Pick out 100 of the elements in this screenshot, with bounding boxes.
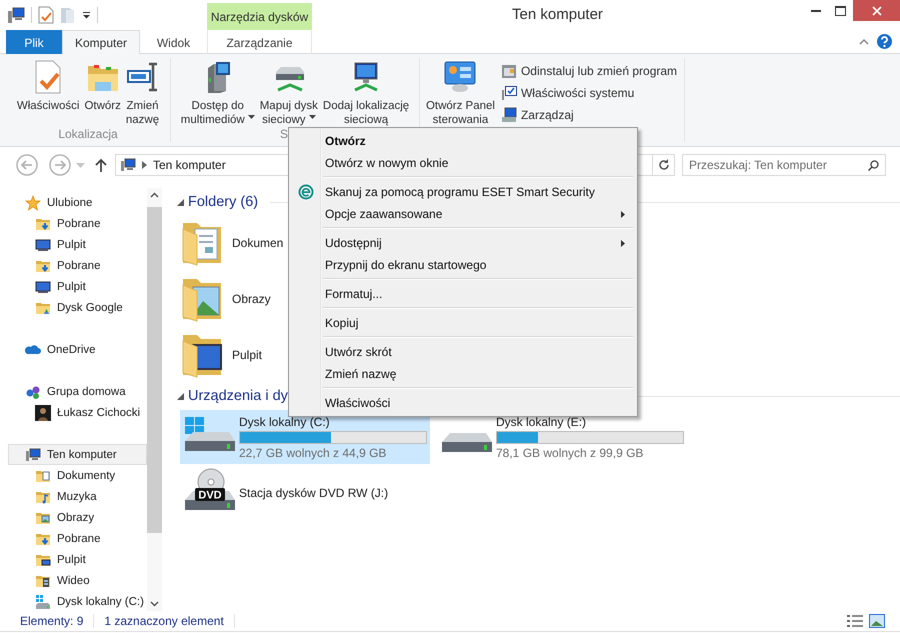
help-icon bbox=[877, 34, 892, 49]
menu-item[interactable]: Zmień nazwę bbox=[291, 363, 635, 385]
nav-item[interactable]: Pulpit bbox=[8, 234, 147, 255]
forward-icon bbox=[49, 154, 71, 176]
collapse-ribbon-icon bbox=[859, 38, 869, 45]
item-count: Elementy: 9 bbox=[20, 614, 84, 628]
scrollbar-thumb[interactable] bbox=[147, 207, 162, 533]
details-view-button[interactable] bbox=[844, 614, 866, 628]
folder-tile[interactable]: Pulpit bbox=[170, 327, 264, 383]
section-header[interactable]: Foldery (6) bbox=[188, 194, 258, 210]
refresh-icon bbox=[658, 159, 670, 171]
user-avatar-icon bbox=[35, 404, 51, 420]
ribbon-button[interactable]: Zmień nazwę bbox=[124, 58, 162, 127]
menu-item[interactable]: Opcje zaawansowane bbox=[291, 203, 635, 225]
up-arrow-icon bbox=[95, 158, 107, 172]
properties-icon bbox=[38, 6, 54, 24]
star-icon bbox=[25, 194, 41, 210]
minimize-icon bbox=[810, 10, 820, 12]
breadcrumb-item[interactable]: Ten komputer bbox=[153, 158, 226, 172]
drive-icon bbox=[35, 594, 51, 610]
manage-computer-icon bbox=[500, 107, 517, 123]
drive-name: Dysk lokalny (E:) bbox=[496, 414, 588, 428]
system-properties-icon bbox=[500, 85, 517, 101]
antivirus-icon bbox=[298, 184, 314, 200]
section-header[interactable]: Urządzenia i dy bbox=[188, 388, 288, 404]
desktop-icon bbox=[35, 236, 51, 252]
menu-item[interactable]: Utwórz skrót bbox=[291, 341, 635, 363]
menu-item[interactable]: Otwórz bbox=[291, 130, 635, 152]
nav-item[interactable]: Dysk Google bbox=[8, 297, 147, 318]
group-label: Lokalizacja bbox=[58, 127, 118, 142]
menu-item[interactable]: Przypnij do ekranu startowego bbox=[291, 254, 635, 276]
nav-item[interactable]: Ten komputer bbox=[8, 444, 147, 465]
nav-item[interactable]: Wideo bbox=[8, 570, 147, 591]
back-icon bbox=[16, 154, 38, 176]
rename-icon bbox=[126, 60, 159, 94]
section-toggle-icon bbox=[177, 392, 184, 400]
ribbon-tab[interactable]: Plik bbox=[6, 30, 62, 54]
ribbon-tab[interactable]: Widok bbox=[140, 30, 207, 54]
menu-item[interactable]: Formatuj... bbox=[291, 283, 635, 305]
caret-icon bbox=[248, 115, 255, 120]
menu-item[interactable]: Skanuj za pomocą programu ESET Smart Security bbox=[291, 181, 635, 203]
menu-item[interactable]: Kopiuj bbox=[291, 312, 635, 334]
nav-item[interactable]: Pobrane bbox=[8, 255, 147, 276]
search-icon bbox=[868, 160, 879, 170]
folder-icon bbox=[60, 6, 76, 24]
folder-tile[interactable]: Dokumen bbox=[170, 215, 284, 271]
computer-icon bbox=[120, 157, 136, 173]
desktop-icon bbox=[35, 278, 51, 294]
section-toggle-icon bbox=[177, 198, 184, 206]
uninstall-icon bbox=[500, 63, 517, 79]
window-title: Ten komputer bbox=[511, 5, 604, 25]
nav-item[interactable]: Ulubione bbox=[8, 192, 147, 213]
breadcrumb-arrow-icon bbox=[142, 161, 147, 169]
menu-item[interactable]: Otwórz w nowym oknie bbox=[291, 152, 635, 174]
nav-item[interactable]: Łukasz Cichocki bbox=[8, 402, 147, 423]
close-icon bbox=[872, 6, 882, 16]
ribbon-tab[interactable]: Komputer bbox=[62, 30, 140, 54]
free-space: 78,1 GB wolnych z 99,9 GB bbox=[496, 446, 644, 460]
scrollbar[interactable] bbox=[147, 188, 162, 611]
search-field[interactable]: Przeszukaj: Ten komputer bbox=[682, 154, 886, 176]
large-icons-view-button[interactable] bbox=[866, 614, 888, 628]
ribbon-button[interactable]: Dodaj lokalizację sieciową bbox=[320, 58, 412, 127]
maximize-icon bbox=[835, 6, 846, 16]
ribbon-button[interactable]: Właściwości bbox=[14, 58, 82, 113]
nav-item[interactable]: Obrazy bbox=[8, 507, 147, 528]
drive-name: Dysk lokalny (C:) bbox=[239, 414, 331, 428]
caret-icon bbox=[308, 115, 316, 120]
control-panel-icon bbox=[443, 60, 478, 94]
close-button[interactable] bbox=[853, 0, 900, 21]
nav-item[interactable]: Pulpit bbox=[8, 276, 147, 297]
ribbon-button[interactable]: Odinstaluj lub zmień program bbox=[498, 60, 680, 82]
caret-icon bbox=[76, 162, 85, 168]
up-button[interactable] bbox=[95, 158, 107, 172]
large-icons-view-icon bbox=[869, 614, 885, 628]
drive-tile[interactable]: Dysk lokalny (C:) 22,7 GB wolnych z 44,9 GB bbox=[180, 410, 430, 464]
computer-icon bbox=[25, 446, 41, 462]
nav-item[interactable]: OneDrive bbox=[8, 339, 147, 360]
submenu-arrow-icon bbox=[621, 240, 625, 246]
folder-tile[interactable]: Obrazy bbox=[170, 271, 272, 327]
ribbon-button[interactable]: Otwórz bbox=[82, 58, 123, 113]
computer-icon bbox=[7, 6, 25, 24]
submenu-arrow-icon bbox=[621, 210, 625, 218]
free-space: 22,7 GB wolnych z 44,9 GB bbox=[239, 446, 388, 460]
nav-item[interactable]: Pobrane bbox=[8, 213, 147, 234]
nav-item[interactable]: Grupa domowa bbox=[8, 381, 147, 402]
ribbon-button[interactable]: Zarządzaj bbox=[498, 104, 680, 126]
nav-item[interactable]: Dokumenty bbox=[8, 465, 147, 486]
context-tab-header: Narzędzia dysków bbox=[207, 3, 312, 30]
drive-tile[interactable]: DVD Stacja dysków DVD RW (J:) bbox=[180, 466, 430, 520]
ribbon-button[interactable]: Mapuj dysk sieciowy bbox=[258, 58, 320, 127]
ribbon-button[interactable]: Dostęp do multimediów bbox=[178, 58, 257, 127]
nav-item[interactable]: Dysk lokalny (C:) bbox=[8, 591, 147, 611]
homegroup-icon bbox=[25, 384, 41, 400]
ribbon-button[interactable]: Właściwości systemu bbox=[498, 82, 680, 104]
nav-item[interactable]: Pobrane bbox=[8, 528, 147, 549]
ribbon-button[interactable]: Otwórz Panel sterowania bbox=[424, 58, 497, 127]
menu-item[interactable]: Udostępnij bbox=[291, 232, 635, 254]
nav-item[interactable]: Muzyka bbox=[8, 486, 147, 507]
group-label: S bbox=[280, 127, 290, 142]
nav-item[interactable]: Pulpit bbox=[8, 549, 147, 570]
